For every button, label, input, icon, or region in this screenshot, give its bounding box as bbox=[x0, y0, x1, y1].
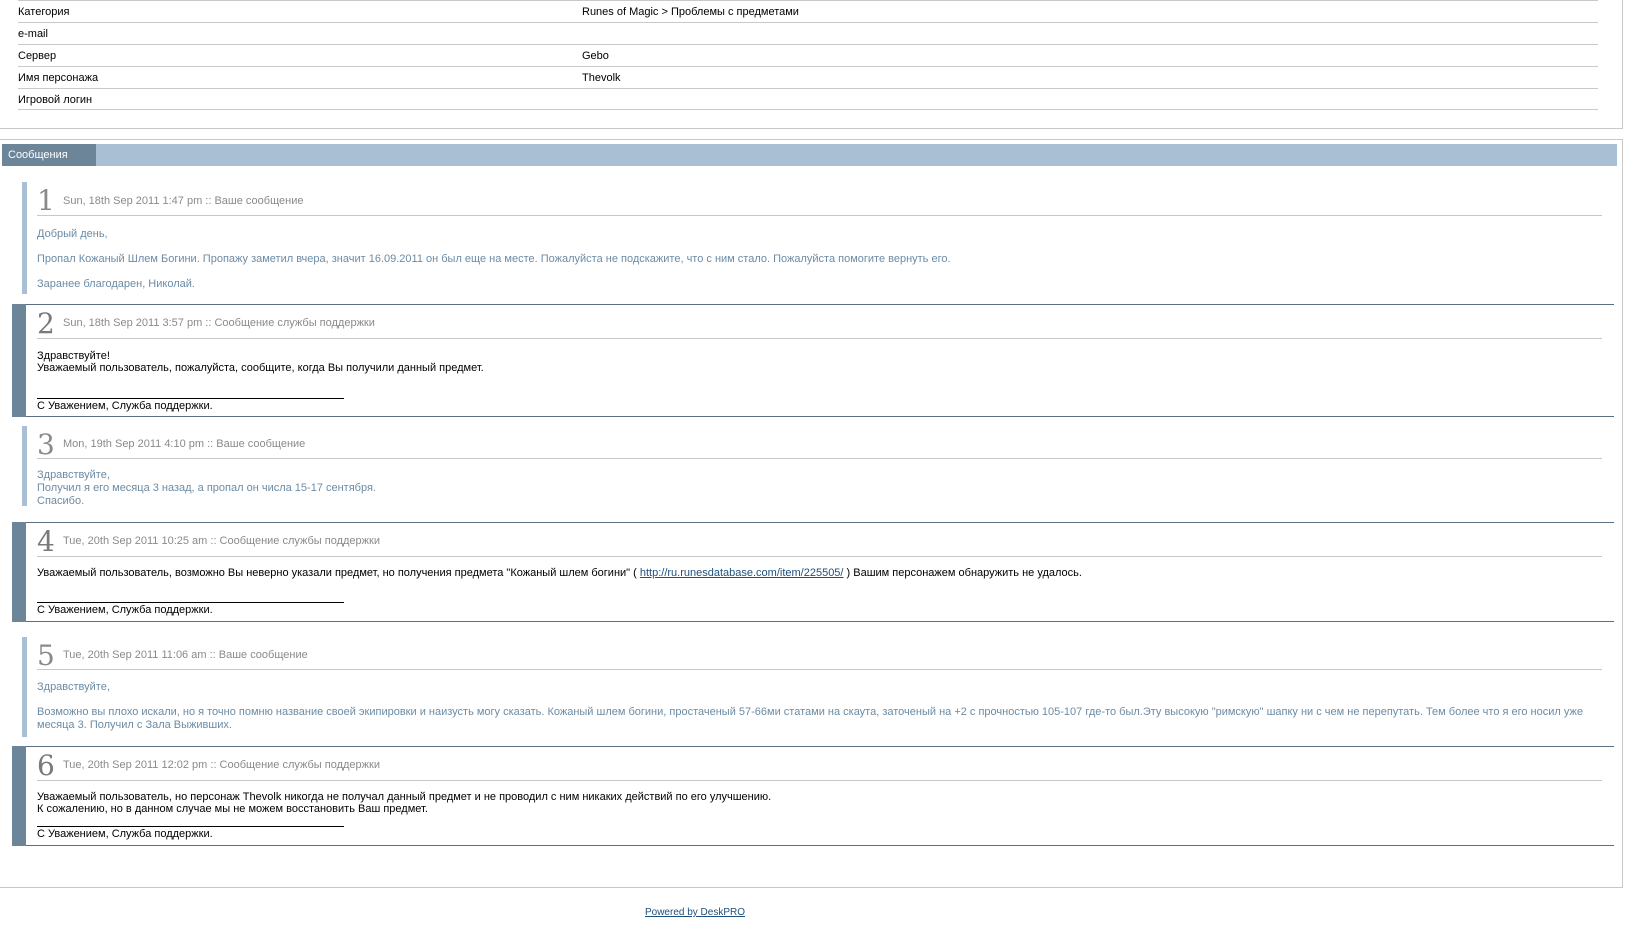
info-row-server: Сервер Gebo bbox=[18, 44, 1598, 66]
message-line: Пропал Кожаный Шлем Богини. Пропажу заме… bbox=[37, 253, 951, 265]
signature-rule bbox=[37, 398, 344, 399]
message-line: Возможно вы плохо искали, но я точно пом… bbox=[37, 706, 1583, 731]
page-footer: Powered by DeskPRO bbox=[0, 907, 1390, 918]
message-text: ) Вашим персонажем обнаружить не удалось… bbox=[843, 567, 1082, 579]
message-divider bbox=[37, 215, 1602, 216]
message-line: Здравствуйте, bbox=[37, 469, 110, 481]
ticket-info-table: Категория Runes of Magic > Проблемы с пр… bbox=[0, 0, 1623, 129]
message-line: Здравствуйте, bbox=[37, 681, 110, 693]
message-bar bbox=[22, 426, 27, 506]
signature-rule bbox=[37, 602, 344, 603]
message-bar bbox=[22, 182, 27, 294]
powered-by-link[interactable]: Powered by DeskPRO bbox=[645, 907, 745, 918]
message-line: Уважаемый пользователь, возможно Вы неве… bbox=[37, 567, 1594, 580]
info-row-email: e-mail bbox=[18, 22, 1598, 44]
message-item: 5 Tue, 20th Sep 2011 11:06 am :: Ваше со… bbox=[12, 637, 1614, 737]
message-item: 1 Sun, 18th Sep 2011 1:47 pm :: Ваше соо… bbox=[12, 182, 1614, 294]
message-number: 3 bbox=[37, 428, 55, 461]
message-meta: Tue, 20th Sep 2011 11:06 am :: Ваше сооб… bbox=[63, 649, 308, 661]
message-line: Спасибо. bbox=[37, 495, 85, 507]
message-number: 2 bbox=[37, 307, 55, 340]
message-bar bbox=[12, 746, 26, 846]
info-value: Thevolk bbox=[582, 72, 621, 84]
message-item: 3 Mon, 19th Sep 2011 4:10 pm :: Ваше соо… bbox=[12, 426, 1614, 507]
message-line: Получил я его месяца 3 назад, а пропал о… bbox=[37, 482, 376, 494]
message-meta: Sun, 18th Sep 2011 1:47 pm :: Ваше сообщ… bbox=[63, 195, 304, 207]
message-bar bbox=[12, 304, 26, 417]
message-meta: Tue, 20th Sep 2011 10:25 am :: Сообщение… bbox=[63, 535, 380, 547]
messages-header-bar: Сообщения bbox=[2, 144, 1617, 166]
signature-rule bbox=[37, 826, 344, 827]
message-divider bbox=[37, 780, 1602, 781]
message-text: Уважаемый пользователь, возможно Вы неве… bbox=[37, 567, 640, 579]
message-signature: С Уважением, Служба поддержки. bbox=[37, 400, 213, 412]
info-label: Сервер bbox=[18, 50, 57, 62]
message-divider bbox=[37, 338, 1602, 339]
info-label: Категория bbox=[18, 6, 70, 18]
messages-panel: Сообщения 1 Sun, 18th Sep 2011 1:47 pm :… bbox=[0, 139, 1623, 888]
message-meta: Tue, 20th Sep 2011 12:02 pm :: Сообщение… bbox=[63, 759, 380, 771]
info-row-login: Игровой логин bbox=[18, 88, 1598, 110]
message-bar bbox=[22, 637, 27, 737]
message-number: 1 bbox=[37, 184, 55, 217]
info-label: Имя персонажа bbox=[18, 72, 99, 84]
info-value: Gebo bbox=[582, 50, 609, 62]
message-number: 5 bbox=[37, 639, 55, 672]
message-line: К сожалению, но в данном случае мы не мо… bbox=[37, 803, 428, 815]
info-row-character: Имя персонажа Thevolk bbox=[18, 66, 1598, 88]
message-number: 4 bbox=[37, 525, 55, 558]
tab-messages[interactable]: Сообщения bbox=[2, 144, 96, 166]
message-signature: С Уважением, Служба поддержки. bbox=[37, 828, 213, 840]
item-database-link[interactable]: http://ru.runesdatabase.com/item/225505/ bbox=[640, 567, 844, 579]
message-divider bbox=[37, 669, 1602, 670]
message-item: 6 Tue, 20th Sep 2011 12:02 pm :: Сообщен… bbox=[12, 746, 1614, 846]
message-divider bbox=[37, 458, 1602, 459]
info-row-category: Категория Runes of Magic > Проблемы с пр… bbox=[18, 0, 1598, 22]
message-signature: С Уважением, Служба поддержки. bbox=[37, 604, 213, 616]
message-meta: Mon, 19th Sep 2011 4:10 pm :: Ваше сообщ… bbox=[63, 438, 306, 450]
message-item: 4 Tue, 20th Sep 2011 10:25 am :: Сообщен… bbox=[12, 522, 1614, 622]
message-divider bbox=[37, 556, 1602, 557]
message-line: Добрый день, bbox=[37, 228, 108, 240]
info-label: e-mail bbox=[18, 28, 48, 40]
message-bar bbox=[12, 522, 26, 622]
message-line: Уважаемый пользователь, пожалуйста, сооб… bbox=[37, 362, 484, 374]
info-value: Runes of Magic > Проблемы с предметами bbox=[582, 6, 799, 18]
info-label: Игровой логин bbox=[18, 94, 93, 106]
message-line: Заранее благодарен, Николай. bbox=[37, 278, 195, 290]
message-item: 2 Sun, 18th Sep 2011 3:57 pm :: Сообщени… bbox=[12, 304, 1614, 417]
message-meta: Sun, 18th Sep 2011 3:57 pm :: Сообщение … bbox=[63, 317, 375, 329]
message-number: 6 bbox=[37, 749, 55, 782]
